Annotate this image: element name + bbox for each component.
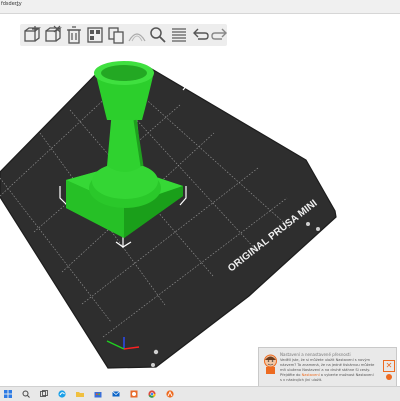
search-icon[interactable] <box>22 390 30 398</box>
windows-icon[interactable] <box>4 390 12 398</box>
mail-icon[interactable] <box>112 390 120 398</box>
layers-button[interactable] <box>169 25 189 45</box>
search-icon <box>150 27 166 43</box>
paste-icon <box>128 33 146 42</box>
chrome-icon[interactable] <box>148 390 156 398</box>
store-icon[interactable] <box>94 390 102 398</box>
add-object-button[interactable] <box>22 25 42 45</box>
delete-icon <box>45 25 62 42</box>
layers-icon <box>172 28 186 42</box>
notification-link[interactable]: Nastavení <box>302 373 320 377</box>
task-view-icon[interactable] <box>40 390 48 398</box>
paste-button[interactable] <box>127 25 147 45</box>
delete-all-button[interactable] <box>64 25 84 45</box>
prusaslicer-icon[interactable] <box>166 390 174 398</box>
delete-all-icon <box>67 26 81 44</box>
redo-icon <box>211 28 227 40</box>
undo-icon <box>193 28 209 40</box>
redo-button[interactable] <box>210 25 230 45</box>
hint-avatar-icon <box>264 354 277 374</box>
arrange-button[interactable] <box>85 25 105 45</box>
folder-icon[interactable] <box>76 390 84 398</box>
copy-button[interactable] <box>106 25 126 45</box>
3d-viewport[interactable]: ORIGINAL PRUSA MINI <box>0 0 400 400</box>
arrange-icon <box>87 27 103 43</box>
search-button[interactable] <box>148 25 168 45</box>
edge-icon[interactable] <box>58 390 66 398</box>
hint-notification: Nastavení a nenastavené přesnosti Vedělí… <box>258 347 397 387</box>
photos-icon[interactable] <box>130 390 138 398</box>
notification-status-dot <box>386 374 392 380</box>
notification-title: Nastavení a nenastavené přesnosti <box>280 352 351 357</box>
notification-line: s v nástrojích jíní uložit. <box>280 378 323 382</box>
notification-body: Vedělí jste, že si můžete uložit Nastave… <box>280 358 376 383</box>
add-object-icon <box>24 26 41 42</box>
notification-line-suffix: a vyberte možnost Nastavení <box>320 373 374 377</box>
os-taskbar <box>0 386 400 401</box>
notification-line-prefix: Přejděte do <box>280 373 301 377</box>
top-toolbar <box>20 24 227 46</box>
notification-close-button[interactable]: ✕ <box>383 360 395 372</box>
undo-button[interactable] <box>190 25 210 45</box>
copy-icon <box>108 27 124 44</box>
tab-chevron-icon[interactable]: ⌄ <box>15 1 20 8</box>
delete-button[interactable] <box>43 25 63 45</box>
window-tab-bar: fdsderty ⌄ <box>0 0 400 14</box>
